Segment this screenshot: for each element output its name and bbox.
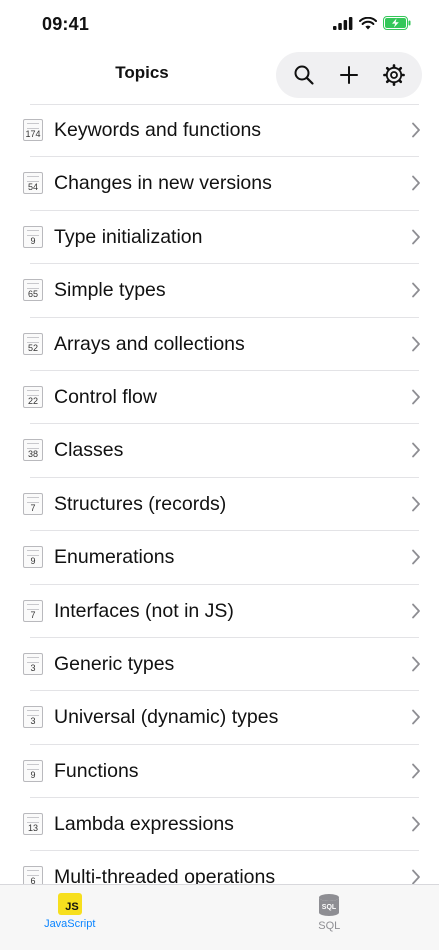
gear-icon [382,64,405,86]
topic-row[interactable]: 22 Control flow [0,371,439,425]
topic-count: 7 [30,609,36,620]
topic-row[interactable]: 38 Classes [0,424,439,478]
document-count-icon: 174 [23,119,43,141]
tab-sql[interactable]: SQL SQL [220,885,439,950]
topic-label: Type initialization [54,225,203,248]
document-count-icon: 54 [23,172,43,195]
topic-label: Classes [54,439,124,462]
topic-count: 9 [30,235,36,246]
chevron-right-icon [412,442,420,458]
chevron-right-icon [412,122,420,138]
topic-label: Enumerations [54,546,175,569]
topic-count: 65 [27,289,38,300]
status-bar: 09:41 [0,0,439,50]
topic-label: Changes in new versions [54,172,272,195]
chevron-right-icon [412,229,420,245]
topic-label: Simple types [54,279,166,302]
chevron-right-icon [412,763,420,779]
chevron-right-icon [412,709,420,725]
topic-count: 22 [27,395,38,406]
topic-row[interactable]: 52 Arrays and collections [0,318,439,371]
topic-row[interactable]: 7 Interfaces (not in JS) [0,585,439,638]
chevron-right-icon [412,656,420,672]
document-count-icon: 7 [23,492,43,515]
document-count-icon: 3 [23,706,43,729]
topic-label: Universal (dynamic) types [54,706,279,729]
topic-count: 38 [27,449,38,460]
toolbar-actions [276,52,422,98]
chevron-right-icon [412,496,420,512]
topic-row[interactable]: 174 Keywords and functions [0,104,439,158]
topic-count: 9 [30,556,36,567]
page-title: Topics [115,63,169,82]
tab-javascript[interactable]: JS JavaScript [0,885,180,950]
topic-row[interactable]: 54 Changes in new versions [0,157,439,211]
topic-row[interactable]: 3 Universal (dynamic) types [0,691,439,745]
settings-button[interactable] [374,55,414,95]
status-icons [333,16,411,35]
topic-row[interactable]: 65 Simple types [0,264,439,318]
plus-icon [339,66,358,84]
chevron-right-icon [412,336,420,351]
document-count-icon: 22 [23,385,43,408]
chevron-right-icon [412,603,420,618]
topic-count: 9 [30,769,36,780]
document-count-icon: 9 [23,759,43,782]
chevron-right-icon [412,816,420,832]
status-time: 09:41 [42,14,90,34]
battery-charging-icon [383,16,411,35]
document-count-icon: 3 [23,652,43,675]
wifi-icon [359,16,377,35]
search-icon [294,65,314,85]
topic-row[interactable]: 9 Functions [0,745,439,799]
topic-label: Generic types [54,652,175,675]
document-count-icon: 52 [23,332,43,355]
database-icon: SQL [319,894,340,916]
svg-text:SQL: SQL [322,904,337,911]
topic-count: 7 [30,502,36,513]
topic-list: 174 Keywords and functions 54 Changes in ne… [0,104,439,905]
topic-label: Lambda expressions [54,813,234,836]
navigation-bar: Topics [0,52,439,102]
topic-label: Interfaces (not in JS) [54,599,234,622]
javascript-icon: JS [57,893,82,915]
search-button[interactable] [284,55,324,95]
document-count-icon: 9 [23,225,43,248]
cellular-signal-icon [333,16,353,35]
document-count-icon: 7 [23,599,43,622]
document-count-icon: 65 [23,279,43,302]
topic-label: Arrays and collections [54,332,245,355]
add-button[interactable] [329,55,369,95]
chevron-right-icon [412,549,420,565]
document-count-icon: 9 [23,546,43,569]
tab-bar: JS JavaScript SQL SQL [0,884,439,950]
tab-sql-label: SQL [318,920,341,932]
chevron-right-icon [412,282,420,298]
topic-row[interactable]: 3 Generic types [0,638,439,692]
topic-row[interactable]: 9 Enumerations [0,531,439,585]
chevron-right-icon [412,389,420,405]
topic-label: Control flow [54,385,157,408]
topic-label: Keywords and functions [54,119,262,141]
document-count-icon: 38 [23,439,43,462]
topic-count: 54 [27,182,38,193]
topic-count: 3 [30,662,36,673]
topic-count: 13 [27,823,38,834]
topic-count: 52 [27,342,38,353]
document-count-icon: 13 [23,813,43,836]
topic-label: Functions [54,759,139,782]
row-divider [30,104,419,105]
topic-count: 3 [30,716,36,727]
topic-row[interactable]: 13 Lambda expressions [0,798,439,852]
topic-label: Structures (records) [54,492,227,515]
topic-row[interactable]: 7 Structures (records) [0,478,439,532]
tab-javascript-label: JavaScript [44,918,96,930]
chevron-right-icon [412,175,420,191]
topic-count: 174 [25,129,41,139]
topic-row[interactable]: 9 Type initialization [0,211,439,265]
